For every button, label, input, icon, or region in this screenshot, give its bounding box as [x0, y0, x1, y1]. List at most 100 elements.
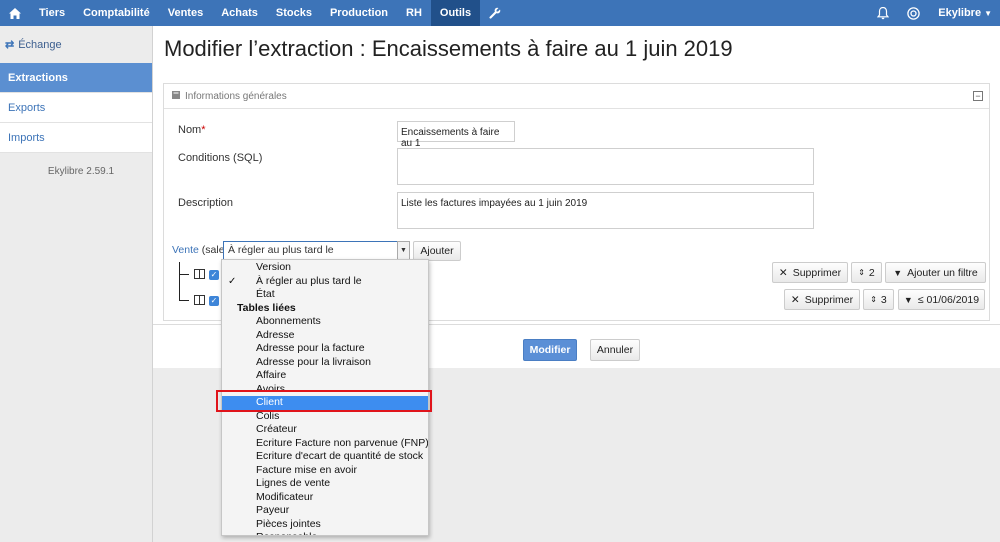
collapse-icon[interactable]: − [973, 91, 983, 101]
dropdown-option-label: Ecriture d'ecart de quantité de stock [256, 450, 424, 462]
add-column-button[interactable]: Ajouter [413, 241, 461, 261]
dropdown-option[interactable]: Lignes de vente [222, 477, 428, 491]
dropdown-option-label: Affaire [256, 369, 287, 381]
tree-connector [179, 262, 180, 301]
description-label: Description [178, 197, 234, 209]
sidebar-item-extractions[interactable]: Extractions [0, 63, 152, 93]
dropdown-option[interactable]: Adresse [222, 329, 428, 343]
dropdown-option[interactable]: Payeur [222, 504, 428, 518]
dropdown-option[interactable]: Ecriture Facture non parvenue (FNP) [222, 437, 428, 451]
dropdown-option[interactable]: Ecriture d'ecart de quantité de stock [222, 450, 428, 464]
dropdown-option[interactable]: Adresse pour la facture [222, 342, 428, 356]
tree-branch-1 [179, 274, 189, 275]
column-checkbox-2[interactable]: ✓ [209, 296, 219, 306]
dropdown-option[interactable]: Abonnements [222, 315, 428, 329]
filter-icon: ▼ [893, 267, 903, 278]
conditions-field[interactable] [397, 148, 814, 185]
sort-button-2[interactable]: ⇕ 3 [863, 289, 894, 310]
sidebar-heading: ⇄ Échange [0, 26, 152, 63]
user-name: Ekylibre [938, 7, 982, 19]
language-button[interactable] [898, 0, 928, 26]
dropdown-option[interactable]: Facture mise en avoir [222, 464, 428, 478]
panel-header: Informations générales [164, 84, 989, 109]
dropdown-option[interactable]: Pièces jointes [222, 518, 428, 532]
settings-wrench-button[interactable] [480, 0, 510, 26]
nav-tiers[interactable]: Tiers [30, 0, 74, 26]
wrench-icon [489, 7, 501, 19]
notifications-button[interactable] [868, 0, 898, 26]
dropdown-option[interactable]: ✓ À régler au plus tard le [222, 275, 428, 289]
cancel-button[interactable]: Annuler [590, 339, 640, 361]
column-icon [194, 269, 205, 279]
description-field[interactable]: Liste les factures impayées au 1 juin 20… [397, 192, 814, 229]
select-caret-icon[interactable]: ▼ [397, 241, 410, 260]
nav-stocks[interactable]: Stocks [267, 0, 321, 26]
sort-icon: ⇕ [870, 295, 877, 304]
page-title: Modifier l’extraction : Encaissements à … [164, 36, 733, 61]
name-field[interactable]: Encaissements à faire au 1 [397, 121, 515, 149]
submit-button[interactable]: Modifier [523, 339, 577, 361]
name-label: Nom* [178, 124, 206, 136]
delete-button-1[interactable]: ✕ Supprimer [772, 262, 848, 283]
dropdown-option[interactable]: Créateur [222, 423, 428, 437]
sidebar-heading-label: Échange [18, 38, 62, 51]
dropdown-option-label: Lignes de vente [256, 477, 331, 489]
dropdown-option-label: À régler au plus tard le [256, 274, 362, 287]
conditions-label: Conditions (SQL) [178, 152, 263, 164]
book-icon [171, 90, 181, 103]
dropdown-option[interactable]: Version [222, 261, 428, 275]
add-filter-button[interactable]: ▼ Ajouter un filtre [885, 262, 986, 283]
dropdown-option-label: Tables liées [237, 301, 296, 314]
dropdown-option-label: Version [256, 261, 292, 273]
app-version: Ekylibre 2.59.1 [47, 166, 115, 177]
sidebar: ⇄ Échange Extractions Exports Imports Ek… [0, 26, 153, 542]
nav-achats[interactable]: Achats [212, 0, 267, 26]
caret-down-icon: ▼ [984, 8, 992, 18]
exchange-arrows-icon: ⇄ [5, 39, 15, 51]
dropdown-option[interactable]: Affaire [222, 369, 428, 383]
dropdown-option[interactable]: État [222, 288, 428, 302]
dropdown-option-label: Créateur [256, 423, 297, 435]
tree-branch-2 [179, 300, 189, 301]
dropdown-option-label: Facture mise en avoir [256, 463, 357, 476]
nav-production[interactable]: Production [321, 0, 397, 26]
dropdown-option-label: Adresse pour la facture [256, 342, 365, 354]
nav-rh[interactable]: RH [397, 0, 431, 26]
sort-icon: ⇕ [858, 268, 865, 277]
delete-button-2[interactable]: ✕ Supprimer [784, 289, 860, 310]
top-navigation: Tiers Comptabilité Ventes Achats Stocks … [0, 0, 1000, 26]
dropdown-option-label: Adresse [256, 328, 295, 341]
dropdown-option-label: État [256, 288, 275, 300]
table-link-vente[interactable]: Vente [172, 244, 199, 256]
dropdown-option-label: Abonnements [256, 315, 321, 327]
nav-comptabilite[interactable]: Comptabilité [74, 0, 159, 26]
user-menu[interactable]: Ekylibre ▼ [928, 0, 1000, 26]
nav-ventes[interactable]: Ventes [159, 0, 212, 26]
column-icon [194, 295, 205, 305]
annotation-highlight-box [216, 390, 432, 412]
column-select[interactable]: À régler au plus tard le [223, 241, 410, 260]
nav-outils[interactable]: Outils [430, 0, 481, 26]
close-icon: ✕ [790, 293, 800, 306]
dropdown-option[interactable]: Adresse pour la livraison [222, 356, 428, 370]
dropdown-option[interactable]: Modificateur [222, 491, 428, 505]
date-filter-button[interactable]: ▼ ≤ 01/06/2019 [898, 289, 985, 310]
dropdown-option[interactable]: Responsable [222, 531, 428, 535]
bell-icon [877, 6, 890, 19]
dropdown-option-label: Adresse pour la livraison [256, 355, 371, 368]
column-checkbox-1[interactable]: ✓ [209, 270, 219, 280]
panel-title: Informations générales [185, 90, 287, 102]
sidebar-item-exports[interactable]: Exports [0, 93, 152, 123]
dropdown-option-label: Responsable [256, 531, 317, 535]
sidebar-item-imports[interactable]: Imports [0, 123, 152, 153]
globe-icon [907, 6, 920, 20]
dropdown-option-label: Modificateur [256, 490, 314, 503]
filter-icon: ▼ [903, 294, 913, 305]
sort-button-1[interactable]: ⇕ 2 [851, 262, 882, 283]
close-icon: ✕ [778, 266, 788, 279]
home-button[interactable] [0, 0, 30, 26]
table-label: Vente (sale) [172, 244, 228, 256]
home-icon [9, 7, 21, 19]
checkmark-icon: ✓ [228, 275, 237, 287]
